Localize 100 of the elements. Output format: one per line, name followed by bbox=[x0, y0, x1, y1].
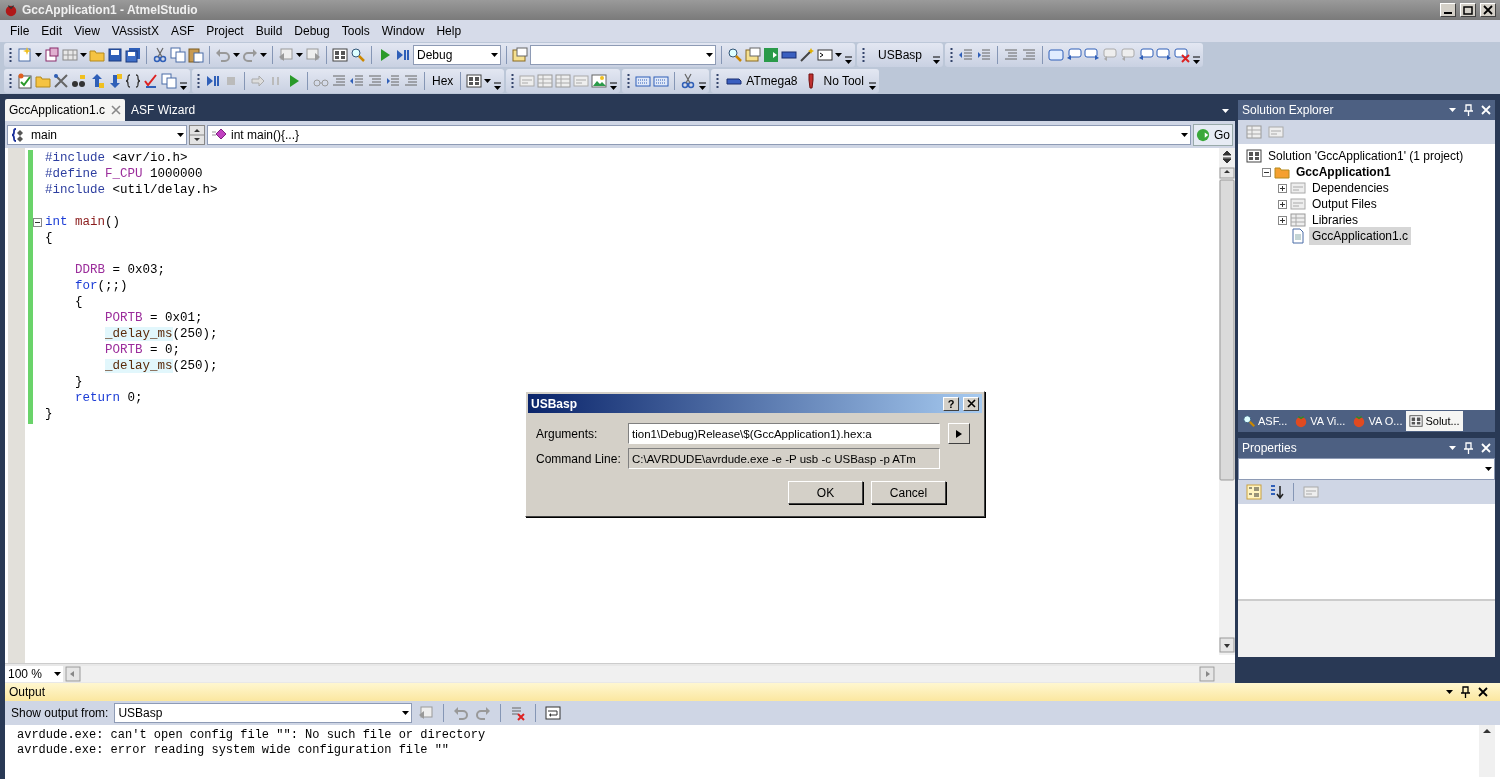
toolbar-grip[interactable] bbox=[9, 47, 12, 63]
minimize-button[interactable] bbox=[1440, 3, 1456, 17]
play-bars-icon[interactable] bbox=[395, 47, 411, 63]
toolbar-overflow-icon[interactable] bbox=[844, 56, 853, 64]
search-icon[interactable] bbox=[350, 47, 366, 63]
tree-item[interactable]: Solution 'GccApplication1' (1 project) bbox=[1265, 147, 1467, 165]
dropdown-caret-icon[interactable] bbox=[1222, 109, 1229, 113]
editor-tab[interactable]: GccApplication1.c bbox=[5, 99, 126, 121]
menu-item[interactable]: File bbox=[4, 20, 36, 42]
spin-button[interactable] bbox=[189, 124, 205, 145]
scissors-icon[interactable] bbox=[680, 73, 697, 89]
save-all-icon[interactable] bbox=[125, 47, 141, 63]
toolbar-overflow-icon[interactable] bbox=[609, 82, 619, 90]
member-dropdown[interactable]: int main(){...} bbox=[207, 124, 1191, 145]
configuration-dropdown[interactable]: Debug bbox=[413, 45, 501, 65]
toolbar-overflow-icon[interactable] bbox=[179, 82, 188, 90]
toolbar-overflow-icon[interactable] bbox=[698, 82, 708, 90]
collapse-icon[interactable] bbox=[33, 217, 42, 227]
maximize-button[interactable] bbox=[1460, 3, 1476, 17]
indent-icon[interactable] bbox=[976, 47, 993, 63]
dropdown-caret-icon[interactable] bbox=[260, 53, 267, 57]
collapse-icon[interactable] bbox=[1262, 167, 1271, 177]
toolbar-overflow-icon[interactable] bbox=[493, 82, 503, 90]
close-button[interactable] bbox=[963, 396, 979, 411]
menu-item[interactable]: VAssistX bbox=[105, 20, 165, 42]
vertical-scrollbar[interactable] bbox=[1479, 725, 1495, 777]
menu-item[interactable]: Help bbox=[430, 20, 468, 42]
window-icon[interactable] bbox=[332, 47, 348, 63]
properties-icon[interactable] bbox=[745, 47, 761, 63]
dropdown-caret-icon[interactable] bbox=[1449, 446, 1456, 450]
word-wrap-icon[interactable] bbox=[545, 705, 562, 721]
add-item-icon[interactable] bbox=[44, 47, 60, 63]
zoom-dropdown[interactable]: 100 % bbox=[5, 665, 63, 682]
dropdown-caret-icon[interactable] bbox=[177, 132, 184, 137]
properties-icon[interactable] bbox=[512, 47, 528, 63]
checklist-icon[interactable] bbox=[17, 73, 33, 89]
import-icon[interactable] bbox=[763, 47, 779, 63]
dropdown-caret-icon[interactable] bbox=[402, 711, 410, 715]
speech-bubble-icon[interactable] bbox=[1084, 47, 1101, 63]
help-button[interactable]: ? bbox=[943, 396, 959, 411]
speech-bubble-icon[interactable] bbox=[1156, 47, 1173, 63]
external-tool-button[interactable]: USBasp bbox=[870, 44, 931, 66]
play-bars-icon[interactable] bbox=[205, 73, 221, 89]
dropdown-caret-icon[interactable] bbox=[1485, 467, 1492, 471]
tree-item[interactable]: GccApplication1.c bbox=[1309, 227, 1412, 245]
menu-item[interactable]: Project bbox=[200, 20, 250, 42]
toolbar-overflow-icon[interactable] bbox=[867, 82, 877, 90]
tree-item[interactable]: Output Files bbox=[1309, 195, 1380, 213]
menu-item[interactable]: Window bbox=[375, 20, 431, 42]
tools-icon[interactable] bbox=[53, 73, 69, 89]
braces-icon[interactable] bbox=[125, 73, 141, 89]
spellcheck-icon[interactable] bbox=[143, 73, 159, 89]
toolbar-overflow-icon[interactable] bbox=[932, 56, 942, 64]
dropdown-caret-icon[interactable] bbox=[491, 53, 498, 57]
dropdown-caret-icon[interactable] bbox=[1181, 132, 1188, 137]
toolbar-grip[interactable] bbox=[9, 73, 12, 89]
toolbar-grip[interactable] bbox=[862, 47, 865, 63]
paste-icon[interactable] bbox=[188, 47, 204, 63]
menu-item[interactable]: Build bbox=[249, 20, 289, 42]
device-button[interactable]: ATmega8 bbox=[724, 70, 800, 92]
dialog-button[interactable]: Cancel bbox=[871, 481, 946, 504]
horizontal-scrollbar[interactable] bbox=[65, 665, 1215, 682]
panel-tab[interactable]: VA Vi... bbox=[1291, 411, 1349, 431]
menu-item[interactable]: ASF bbox=[164, 20, 201, 42]
dropdown-caret-icon[interactable] bbox=[233, 53, 240, 57]
copy-icon[interactable] bbox=[170, 47, 186, 63]
toolbar-grip[interactable] bbox=[627, 73, 631, 89]
rectangle-icon[interactable] bbox=[1048, 47, 1065, 63]
dropdown-caret-icon[interactable] bbox=[706, 53, 713, 57]
clear-all-icon[interactable] bbox=[510, 705, 527, 721]
tree-item[interactable]: Dependencies bbox=[1309, 179, 1392, 197]
tool-button[interactable]: No Tool bbox=[801, 70, 866, 92]
speech-bubble-icon[interactable] bbox=[1066, 47, 1083, 63]
window-icon[interactable] bbox=[466, 73, 483, 89]
panel-tab[interactable]: ASF... bbox=[1239, 411, 1291, 431]
dropdown-caret-icon[interactable] bbox=[1446, 690, 1453, 694]
scope-dropdown[interactable]: main bbox=[7, 124, 187, 145]
delete-icon[interactable] bbox=[1174, 47, 1191, 63]
toolbar-grip[interactable] bbox=[950, 47, 954, 63]
menu-item[interactable]: Tools bbox=[335, 20, 376, 42]
binoculars-icon[interactable] bbox=[71, 73, 87, 89]
toolbar-grip[interactable] bbox=[716, 73, 720, 89]
toolbar-grip[interactable] bbox=[511, 73, 515, 89]
menu-item[interactable]: View bbox=[68, 20, 106, 42]
search-icon[interactable] bbox=[727, 47, 743, 63]
scissors-icon[interactable] bbox=[152, 47, 168, 63]
dropdown-caret-icon[interactable] bbox=[35, 53, 42, 57]
panel-tab[interactable]: Solut... bbox=[1406, 411, 1463, 431]
editor-tab[interactable]: ASF Wizard bbox=[127, 99, 200, 121]
tree-item[interactable]: Libraries bbox=[1309, 211, 1362, 229]
dialog-button[interactable]: OK bbox=[788, 481, 863, 504]
wand-icon[interactable] bbox=[799, 47, 815, 63]
expand-icon[interactable] bbox=[1278, 199, 1287, 209]
tree-item[interactable]: GccApplication1 bbox=[1293, 163, 1394, 181]
hex-button[interactable]: Hex bbox=[430, 70, 456, 92]
toolbar-overflow-icon[interactable] bbox=[1192, 56, 1202, 64]
go-button[interactable]: Go bbox=[1193, 123, 1233, 146]
close-button[interactable] bbox=[1480, 3, 1496, 17]
panel-tab[interactable]: VA O... bbox=[1349, 411, 1406, 431]
pin-icon[interactable] bbox=[1461, 686, 1470, 698]
